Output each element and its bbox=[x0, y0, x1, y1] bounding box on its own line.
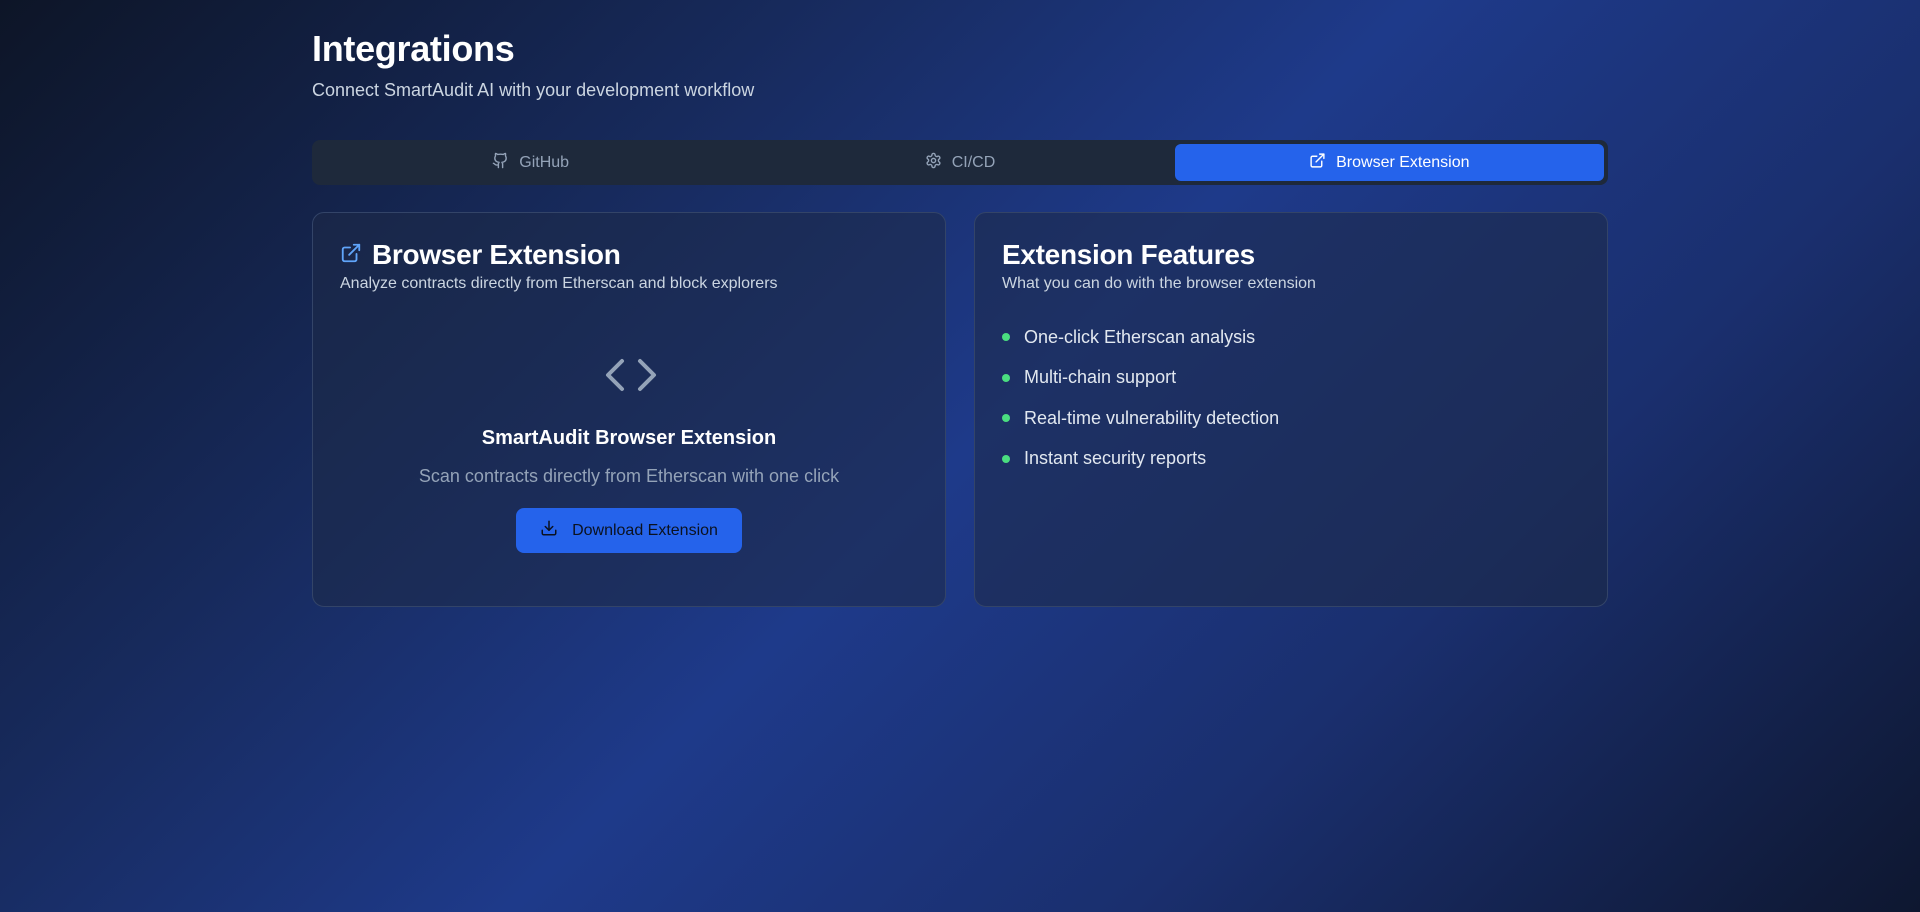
page-subtitle: Connect SmartAudit AI with your developm… bbox=[312, 80, 755, 100]
tab-github-label: GitHub bbox=[519, 153, 570, 171]
feature-label: Multi-chain support bbox=[1024, 367, 1177, 387]
integration-tabs: GitHub CI/CD Browser Extension bbox=[312, 140, 1608, 185]
list-item: Real-time vulnerability detection bbox=[1002, 408, 1279, 428]
card-header: Browser Extension bbox=[340, 239, 621, 271]
download-extension-button[interactable]: Download Extension bbox=[516, 508, 742, 553]
extension-features-card: Extension Features What you can do with … bbox=[974, 212, 1608, 607]
external-link-icon bbox=[340, 242, 362, 269]
tab-github[interactable]: GitHub bbox=[316, 144, 745, 181]
bullet-dot-icon bbox=[1002, 414, 1010, 422]
tab-browser-extension[interactable]: Browser Extension bbox=[1174, 144, 1604, 181]
feature-label: Real-time vulnerability detection bbox=[1024, 407, 1280, 428]
card-title: Extension Features bbox=[1002, 239, 1255, 270]
card-title: Browser Extension bbox=[372, 239, 621, 270]
feature-label: One-click Etherscan analysis bbox=[1024, 326, 1256, 347]
tab-cicd-label: CI/CD bbox=[951, 153, 996, 171]
features-list: One-click Etherscan analysis Multi-chain… bbox=[1002, 327, 1279, 489]
extension-name: SmartAudit Browser Extension bbox=[481, 427, 777, 449]
list-item: One-click Etherscan analysis bbox=[1002, 327, 1279, 347]
card-header: Extension Features bbox=[1002, 239, 1255, 271]
bullet-dot-icon bbox=[1002, 333, 1010, 341]
browser-extension-card: Browser Extension Analyze contracts dire… bbox=[312, 212, 946, 607]
bullet-dot-icon bbox=[1002, 454, 1010, 463]
card-description: What you can do with the browser extensi… bbox=[1002, 275, 1316, 292]
tab-cicd[interactable]: CI/CD bbox=[745, 144, 1174, 181]
download-icon bbox=[540, 519, 558, 542]
extension-tagline: Scan contracts directly from Etherscan w… bbox=[418, 466, 840, 486]
code-icon bbox=[604, 355, 658, 395]
download-extension-label: Download Extension bbox=[572, 521, 718, 539]
gear-icon bbox=[925, 152, 942, 174]
bullet-dot-icon bbox=[1002, 373, 1010, 382]
github-icon bbox=[492, 152, 509, 174]
tab-browser-extension-label: Browser Extension bbox=[1336, 153, 1470, 171]
list-item: Instant security reports bbox=[1002, 448, 1279, 469]
external-link-icon bbox=[1309, 152, 1326, 174]
list-item: Multi-chain support bbox=[1002, 367, 1279, 388]
card-description: Analyze contracts directly from Ethersca… bbox=[340, 275, 778, 292]
page-title: Integrations bbox=[312, 28, 515, 69]
feature-label: Instant security reports bbox=[1024, 448, 1207, 468]
